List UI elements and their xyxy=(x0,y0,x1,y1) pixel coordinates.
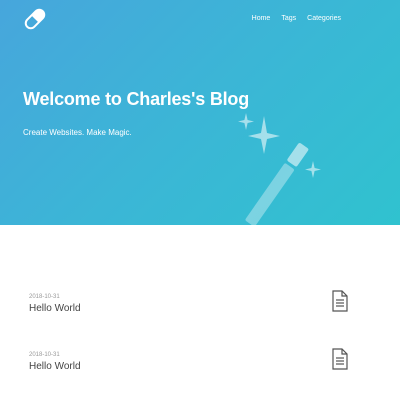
nav-categories-link[interactable]: Categories xyxy=(307,14,341,24)
nav-home-link[interactable]: Home xyxy=(252,14,271,24)
hero-banner: Home Tags Categories Welcome to Charles'… xyxy=(0,0,400,225)
nav-tags-link[interactable]: Tags xyxy=(281,14,296,24)
post-title-link[interactable]: Hello World xyxy=(29,361,81,372)
page: Home Tags Categories Welcome to Charles'… xyxy=(0,0,400,400)
top-nav: Home Tags Categories xyxy=(241,14,341,24)
post-date: 2018-10-31 xyxy=(29,352,60,358)
magic-wand-icon xyxy=(238,113,321,225)
hero-subtitle: Create Websites. Make Magic. xyxy=(23,128,132,137)
document-icon xyxy=(332,348,348,370)
pill-icon[interactable] xyxy=(22,6,48,32)
post-list: 2018-10-31 Hello World 2018-10-31 Hello … xyxy=(0,225,400,400)
hero-title: Welcome to Charles's Blog xyxy=(23,89,250,109)
post-item[interactable]: 2018-10-31 Hello World xyxy=(29,348,359,384)
post-date: 2018-10-31 xyxy=(29,294,60,300)
document-icon xyxy=(332,290,348,312)
post-title-link[interactable]: Hello World xyxy=(29,303,81,314)
post-item[interactable]: 2018-10-31 Hello World xyxy=(29,290,359,326)
